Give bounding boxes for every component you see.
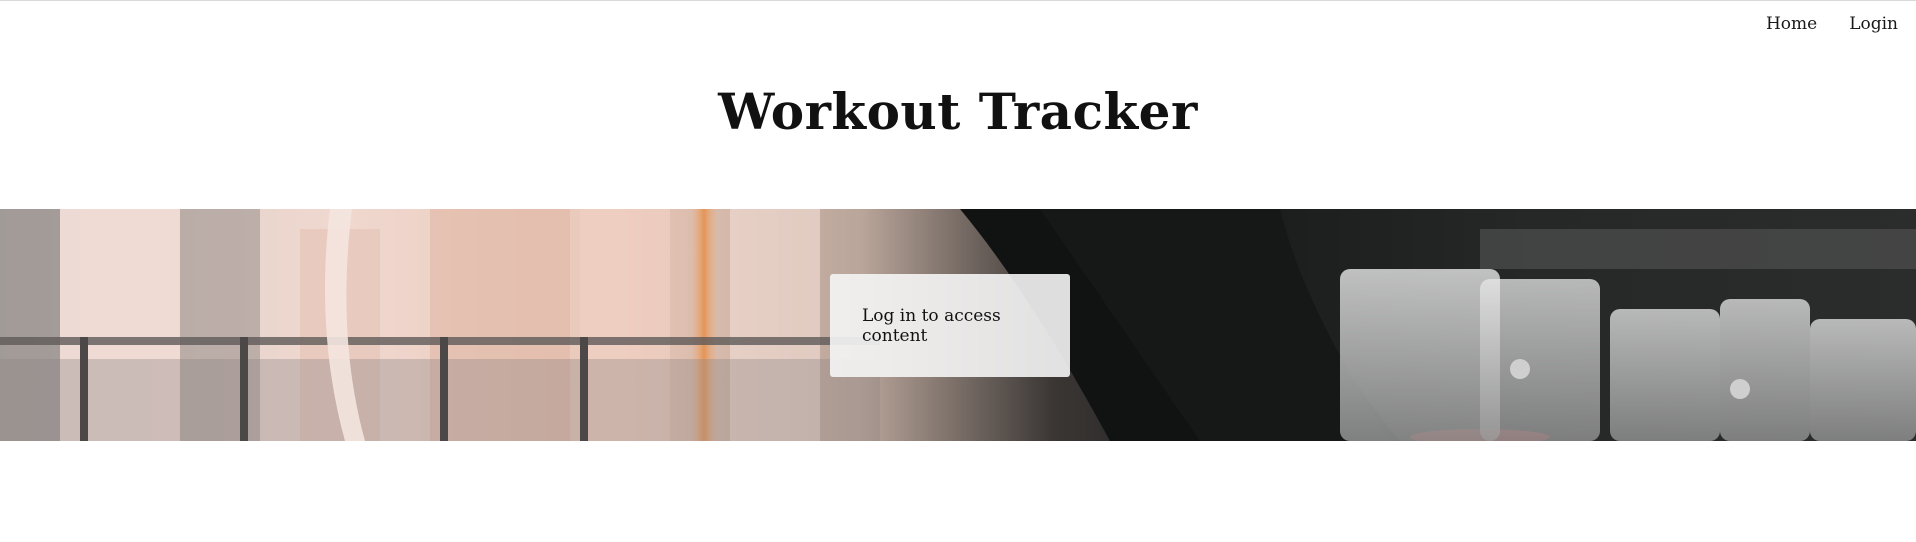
login-message: Log in to access content <box>862 306 1001 346</box>
top-border <box>0 0 1916 1</box>
page-title: Workout Tracker <box>718 82 1198 141</box>
nav-login-link[interactable]: Login <box>1849 14 1898 34</box>
login-message-card: Log in to access content <box>830 274 1070 377</box>
nav-home-link[interactable]: Home <box>1766 14 1817 34</box>
top-nav: Home Login <box>1766 14 1898 34</box>
